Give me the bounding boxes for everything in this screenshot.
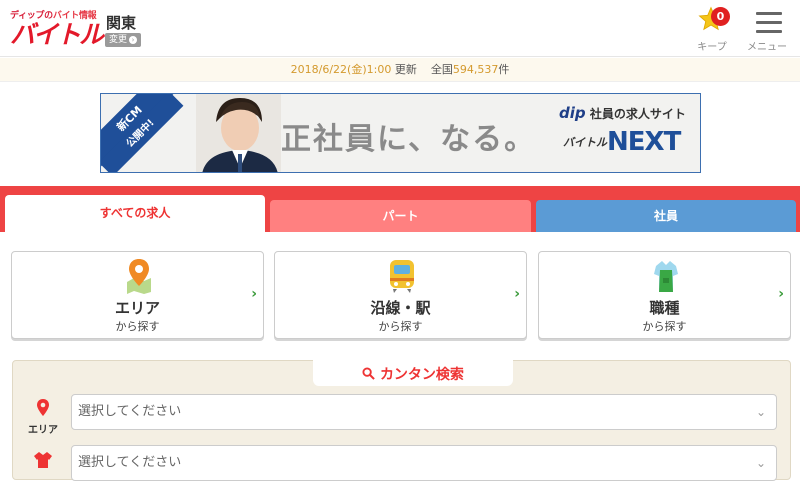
banner-headline: 正社員に、なる。: [281, 122, 537, 157]
card-title: 沿線・駅: [370, 299, 431, 317]
update-status-bar: 2018/6/22(金)1:00 更新 全国594,537件: [0, 58, 800, 82]
shirt-icon: [34, 452, 52, 468]
job-type-select[interactable]: 選択してください ⌄: [71, 445, 777, 481]
banner-person-image: [196, 94, 281, 172]
card-title: 職種: [649, 299, 680, 317]
job-count-unit: 件: [498, 63, 510, 76]
chevron-down-icon: ⌄: [755, 456, 766, 470]
change-region-button[interactable]: 変更 ›: [105, 33, 142, 47]
card-subtitle: から探す: [115, 320, 160, 333]
search-icon: [362, 367, 375, 380]
logo-wordmark: バイトル: [10, 20, 104, 49]
baitoru-next-logo: バイトルNEXT: [563, 127, 681, 157]
menu-button[interactable]: メニュー: [744, 8, 790, 53]
train-icon: [390, 260, 414, 293]
search-by-job-type-card[interactable]: 職種 から探す ›: [538, 251, 791, 339]
update-datetime: 2018/6/22(金)1:00: [290, 63, 392, 76]
tab-part-time[interactable]: パート: [270, 200, 531, 232]
card-subtitle: から探す: [378, 320, 423, 333]
apron-icon: [654, 261, 678, 292]
job-count: 594,537: [452, 63, 499, 76]
card-subtitle: から探す: [642, 320, 687, 333]
map-pin-icon: [127, 259, 151, 294]
area-select[interactable]: 選択してください ⌄: [71, 394, 777, 430]
tab-full-time[interactable]: 社員: [536, 200, 796, 232]
chevron-right-icon: ›: [514, 286, 520, 302]
area-field-label: エリア: [23, 399, 63, 436]
menu-label: メニュー: [747, 42, 787, 53]
chevron-down-icon: ⌄: [755, 405, 766, 419]
site-header: ディップのバイト情報 バイトル 関東 変更 › 0 キープ メニュー: [0, 0, 800, 57]
card-title: エリア: [114, 299, 160, 317]
search-by-station-card[interactable]: 沿線・駅 から探す ›: [274, 251, 527, 339]
job-type-tabs: すべての求人 パート 社員: [0, 186, 800, 232]
chevron-right-icon: ›: [251, 286, 257, 302]
region-name: 関東: [106, 14, 137, 32]
hamburger-icon: [756, 12, 782, 15]
nationwide-label: 全国: [430, 63, 453, 76]
baitoru-logo[interactable]: ディップのバイト情報 バイトル: [10, 8, 104, 50]
easy-search-header: カンタン検索: [313, 360, 513, 386]
updated-label: 更新: [394, 63, 417, 76]
chevron-right-icon: ›: [778, 286, 784, 302]
easy-search-title: カンタン検索: [313, 364, 513, 384]
search-by-area-card[interactable]: エリア から探す ›: [11, 251, 264, 339]
chevron-right-icon: ›: [129, 36, 138, 44]
keep-count-badge: 0: [711, 7, 730, 26]
banner-brand: dip 社員の求人サイト: [559, 104, 686, 122]
tab-all-jobs[interactable]: すべての求人: [5, 195, 265, 232]
easy-search-panel: カンタン検索 エリア 選択してください ⌄ 選択してください ⌄: [12, 360, 791, 481]
keep-button[interactable]: 0 キープ: [694, 6, 730, 53]
promo-banner[interactable]: 新CM 公開中! 正社員に、なる。 dip 社員の求人サイト バイトルNEXT: [100, 93, 701, 173]
location-pin-icon: [37, 399, 49, 416]
keep-label: キープ: [697, 42, 727, 53]
